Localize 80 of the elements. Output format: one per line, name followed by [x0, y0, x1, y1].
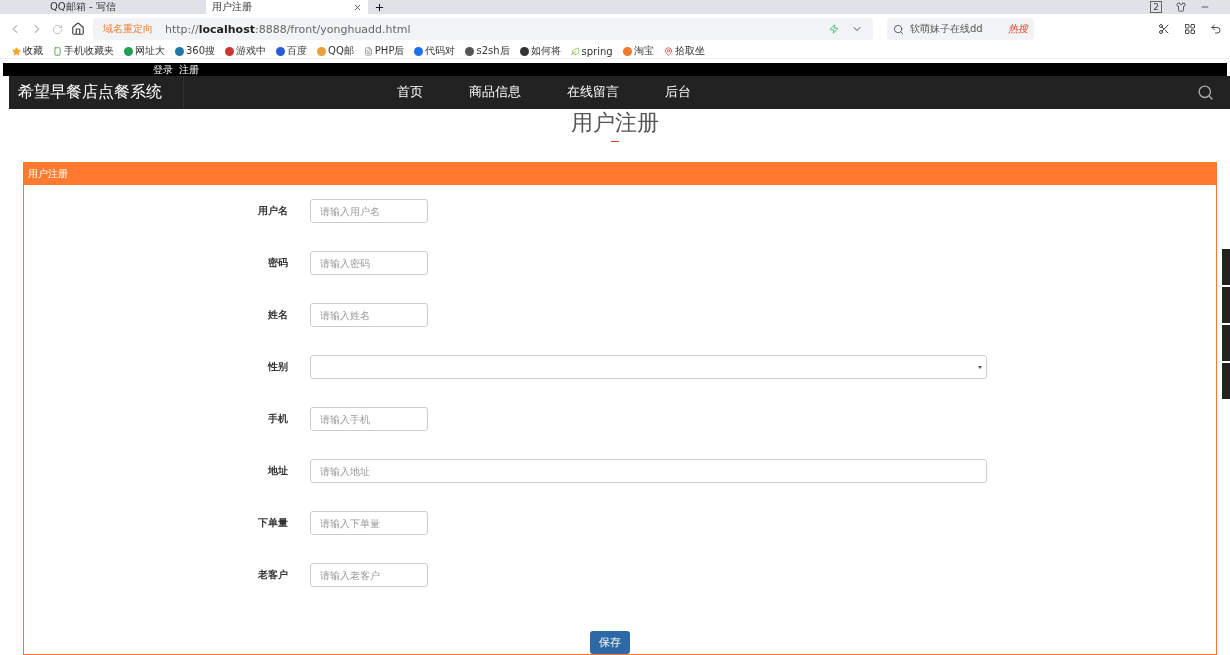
bookmark-item[interactable]: 游戏中	[225, 44, 267, 58]
bookmark-item[interactable]: 手机收藏夹	[53, 44, 114, 58]
tab-count: 2	[1150, 1, 1162, 13]
input-field[interactable]: 请输入下单量	[310, 511, 428, 535]
home-icon[interactable]	[71, 22, 85, 36]
bookmark-item[interactable]: 收藏	[12, 44, 43, 58]
browser-tab[interactable]: 用户注册	[206, 0, 368, 14]
input-field[interactable]: 请输入密码	[310, 251, 428, 275]
search-icon	[893, 23, 904, 35]
field-label: 姓名	[267, 308, 289, 322]
site-icon	[225, 46, 235, 56]
bookmark-item[interactable]: QQ邮	[317, 44, 354, 58]
site-icon	[175, 46, 184, 56]
gender-select[interactable]	[310, 355, 987, 379]
site-icon	[519, 46, 529, 56]
field-label: 密码	[267, 256, 289, 270]
bookmark-item[interactable]: 百度	[276, 44, 308, 58]
browser-tab[interactable]: QQ邮箱 - 写信	[44, 0, 206, 14]
field-label: 老客户	[257, 568, 289, 582]
save-button[interactable]: 保存	[590, 631, 630, 654]
bookmark-item[interactable]: 淘宝	[622, 44, 654, 58]
bookmark-item[interactable]: 如何将	[519, 44, 561, 58]
document-icon	[363, 46, 373, 56]
address-bar[interactable]: 域名重定向 http://localhost:8888/front/yonghuadd.html	[93, 18, 873, 40]
field-label: 下单量	[257, 516, 289, 530]
input-field[interactable]: 请输入姓名	[310, 303, 428, 327]
side-tab[interactable]	[1222, 287, 1230, 323]
leaf-icon	[570, 46, 580, 56]
field-label: 用户名	[257, 204, 289, 218]
site-icon	[465, 46, 475, 56]
site-icon	[622, 46, 632, 56]
input-field[interactable]: 请输入老客户	[310, 563, 428, 587]
side-tab[interactable]	[1222, 363, 1230, 399]
bookmark-item[interactable]: PHP后	[363, 44, 405, 58]
bookmark-item[interactable]: 拾取坐	[663, 44, 705, 58]
reload-icon[interactable]	[52, 23, 63, 35]
input-field[interactable]: 请输入手机	[310, 407, 428, 431]
scissors-icon[interactable]	[1158, 23, 1170, 35]
panel-header: 用户注册	[24, 162, 1216, 185]
nav-item[interactable]: 商品信息	[446, 83, 544, 102]
nav-item[interactable]: 在线留言	[544, 83, 642, 102]
url-text: http://localhost:8888/front/yonghuadd.html	[165, 22, 412, 36]
bookmark-item[interactable]: 网址大	[124, 44, 165, 58]
phone-icon	[53, 46, 62, 56]
bookmark-item[interactable]: 代码对	[414, 44, 456, 58]
new-tab-icon[interactable]	[374, 1, 385, 13]
site-icon	[414, 46, 424, 56]
page-title: 用户注册	[570, 110, 660, 135]
search-icon[interactable]	[1197, 83, 1214, 101]
site-icon	[124, 46, 133, 56]
bookmark-item[interactable]: s2sh后	[465, 44, 510, 58]
shirt-icon[interactable]	[1176, 2, 1186, 12]
site-icon	[276, 46, 286, 56]
nav-item[interactable]: 后台	[642, 83, 714, 102]
bookmark-item[interactable]: spring	[570, 45, 613, 57]
grid-icon[interactable]	[1184, 23, 1196, 35]
hot-search-label: 热搜	[1008, 22, 1028, 36]
pin-icon	[663, 46, 673, 56]
bookmark-item[interactable]: 360搜	[175, 44, 216, 58]
lightning-icon[interactable]	[829, 24, 839, 34]
side-tab[interactable]	[1222, 325, 1230, 361]
caret-icon	[978, 365, 982, 369]
input-field[interactable]: 请输入用户名	[310, 199, 428, 223]
field-label: 手机	[267, 412, 289, 426]
side-tab[interactable]	[1222, 249, 1230, 285]
close-icon[interactable]	[353, 2, 362, 12]
input-field[interactable]: 请输入地址	[310, 459, 987, 483]
site-icon	[317, 46, 327, 56]
top-link[interactable]: 注册	[179, 62, 199, 77]
title-underline	[611, 140, 619, 142]
star-icon	[12, 46, 21, 56]
redirect-label: 域名重定向	[103, 22, 153, 36]
field-label: 性别	[266, 360, 289, 374]
undo-icon[interactable]	[1210, 23, 1222, 35]
search-field[interactable]: 软萌妹子在线dd 热搜	[887, 18, 1034, 40]
field-label: 地址	[267, 464, 289, 478]
top-link[interactable]: 登录	[153, 62, 173, 77]
nav-item[interactable]: 首页	[374, 83, 446, 102]
brand-title: 希望早餐店点餐系统	[9, 76, 184, 109]
search-placeholder: 软萌妹子在线dd	[910, 22, 983, 36]
